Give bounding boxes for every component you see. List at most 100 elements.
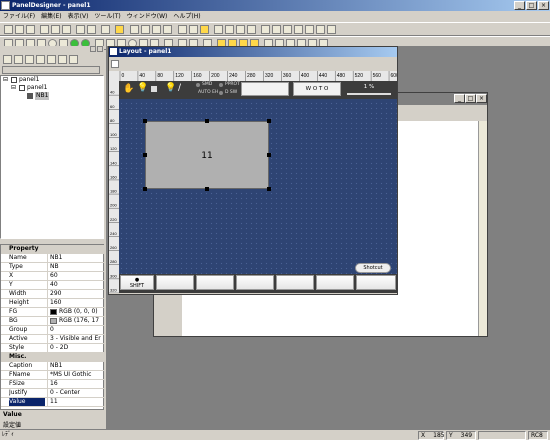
save-icon[interactable] <box>26 25 35 34</box>
zoom-icon[interactable] <box>152 25 161 34</box>
prop-row-type[interactable]: Type NB <box>1 263 105 272</box>
nav-button-6[interactable] <box>316 275 354 290</box>
pointer-icon[interactable] <box>130 25 139 34</box>
tree-expand-icon[interactable]: ⊟ <box>3 76 8 84</box>
prop-value[interactable]: 0 <box>47 326 103 334</box>
prop-value[interactable]: 160 <box>47 299 103 307</box>
center-v-icon[interactable] <box>272 25 281 34</box>
blank-display[interactable] <box>241 82 289 96</box>
handle-tr[interactable] <box>267 119 271 123</box>
prop-row-width[interactable]: Width 290 <box>1 290 105 299</box>
tree-root[interactable]: panel1 <box>19 76 39 84</box>
shortcut-button[interactable]: Shotcut <box>355 263 391 273</box>
prop-row-fname[interactable]: FName *MS UI Gothic <box>1 371 105 380</box>
handle-ml[interactable] <box>143 153 147 157</box>
tree-down-icon[interactable] <box>69 55 78 64</box>
bg-max-button[interactable]: □ <box>465 94 476 103</box>
snap-icon[interactable] <box>189 25 198 34</box>
nav-button-4[interactable] <box>236 275 274 290</box>
prop-row-group[interactable]: Group 0 <box>1 326 105 335</box>
tree-add-icon[interactable] <box>14 55 23 64</box>
redo-icon[interactable] <box>87 25 96 34</box>
tree-child[interactable]: panel1 <box>27 84 47 92</box>
prop-row-active[interactable]: Active 3 - Visible and Er <box>1 335 105 344</box>
menu-view[interactable]: 表示(V) <box>65 11 92 22</box>
size-w-icon[interactable] <box>305 25 314 34</box>
prop-value-input[interactable]: 11 <box>47 398 103 406</box>
numeric-box-nb1[interactable]: 11 <box>145 121 269 189</box>
layout-page-icon[interactable] <box>111 60 119 68</box>
bg-scrollbar[interactable] <box>478 121 487 336</box>
prop-value[interactable]: 40 <box>47 281 103 289</box>
menu-window[interactable]: ウィンドウ(W) <box>124 11 171 22</box>
handle-tc[interactable] <box>205 119 209 123</box>
handle-bl[interactable] <box>143 187 147 191</box>
menu-tools[interactable]: ツール(T) <box>91 11 123 22</box>
align-right-icon[interactable] <box>236 25 245 34</box>
layout-window[interactable]: Layout - panel1 0 40 80 120 160 200 240 280 320 3… <box>108 46 398 295</box>
tree-del-icon[interactable] <box>36 55 45 64</box>
layout-canvas[interactable]: ✋ 💡 💡 ∕ SMD PPROT AUTO EH D SW W O T O 1… <box>119 81 397 293</box>
prop-value[interactable]: *MS UI Gothic <box>47 371 103 379</box>
prop-row-value[interactable]: Value 11 <box>1 398 105 407</box>
size-both-icon[interactable] <box>327 25 336 34</box>
nav-button-7[interactable] <box>356 275 396 290</box>
prop-value[interactable]: RGB (176, 17 <box>47 317 103 325</box>
tree-page-icon[interactable] <box>25 55 34 64</box>
tree-copy-icon[interactable] <box>47 55 56 64</box>
cut-icon[interactable] <box>40 25 49 34</box>
paste-icon[interactable] <box>62 25 71 34</box>
prop-row-bg[interactable]: BG RGB (176, 17 <box>1 317 105 326</box>
size-h-icon[interactable] <box>316 25 325 34</box>
prop-row-justify[interactable]: Justify 0 - Center <box>1 389 105 398</box>
prop-row-caption[interactable]: Caption NB1 <box>1 362 105 371</box>
space-v-icon[interactable] <box>294 25 303 34</box>
prop-row-height[interactable]: Height 160 <box>1 299 105 308</box>
tree-leaf-nb1[interactable]: NB1 <box>35 92 50 100</box>
prop-value[interactable]: 60 <box>47 272 103 280</box>
maximize-button[interactable]: □ <box>526 1 537 10</box>
handle-bc[interactable] <box>205 187 209 191</box>
hand-icon[interactable] <box>141 25 150 34</box>
prop-value[interactable]: NB1 <box>47 254 103 262</box>
tree-filter-box[interactable] <box>2 66 100 74</box>
tree-up-icon[interactable] <box>58 55 67 64</box>
prop-value[interactable]: 16 <box>47 380 103 388</box>
menu-edit[interactable]: 編集(E) <box>38 11 64 22</box>
prop-row-style[interactable]: Style 0 - 2D <box>1 344 105 353</box>
handle-mr[interactable] <box>267 153 271 157</box>
copy-icon[interactable] <box>51 25 60 34</box>
shift-button[interactable]: ● SHIFT <box>120 275 154 290</box>
prop-value[interactable]: 3 - Visible and Er <box>47 335 103 343</box>
prop-value[interactable]: NB <box>47 263 103 271</box>
close-button[interactable]: × <box>538 1 549 10</box>
align-left-icon[interactable] <box>214 25 223 34</box>
menu-help[interactable]: ヘルプ(H) <box>170 11 203 22</box>
nav-button-3[interactable] <box>196 275 234 290</box>
grid-icon[interactable] <box>178 25 187 34</box>
wot-display[interactable]: W O T O <box>293 82 341 96</box>
center-h-icon[interactable] <box>261 25 270 34</box>
nav-button-5[interactable] <box>276 275 314 290</box>
prop-row-x[interactable]: X 60 <box>1 272 105 281</box>
prop-value[interactable]: 0 - 2D <box>47 344 103 352</box>
nav-button-2[interactable] <box>156 275 194 290</box>
prop-value[interactable]: RGB (0, 0, 0) <box>47 308 103 316</box>
handle-tl[interactable] <box>143 119 147 123</box>
bg-close-button[interactable]: × <box>476 94 487 103</box>
tree-close-icon[interactable] <box>97 46 103 52</box>
align-bottom-icon[interactable] <box>247 25 256 34</box>
bg-min-button[interactable]: _ <box>454 94 465 103</box>
prop-row-y[interactable]: Y 40 <box>1 281 105 290</box>
prop-value[interactable]: NB1 <box>47 362 103 370</box>
tree-expand-icon-2[interactable]: ⊟ <box>11 84 16 92</box>
open-icon[interactable] <box>15 25 24 34</box>
new-icon[interactable] <box>4 25 13 34</box>
prop-row-fsize[interactable]: FSize 16 <box>1 380 105 389</box>
minimize-button[interactable]: _ <box>514 1 525 10</box>
prop-value[interactable]: 0 - Center <box>47 389 103 397</box>
build-icon[interactable] <box>101 25 110 34</box>
tree-pin-icon[interactable] <box>90 46 96 52</box>
undo-icon[interactable] <box>76 25 85 34</box>
space-h-icon[interactable] <box>283 25 292 34</box>
